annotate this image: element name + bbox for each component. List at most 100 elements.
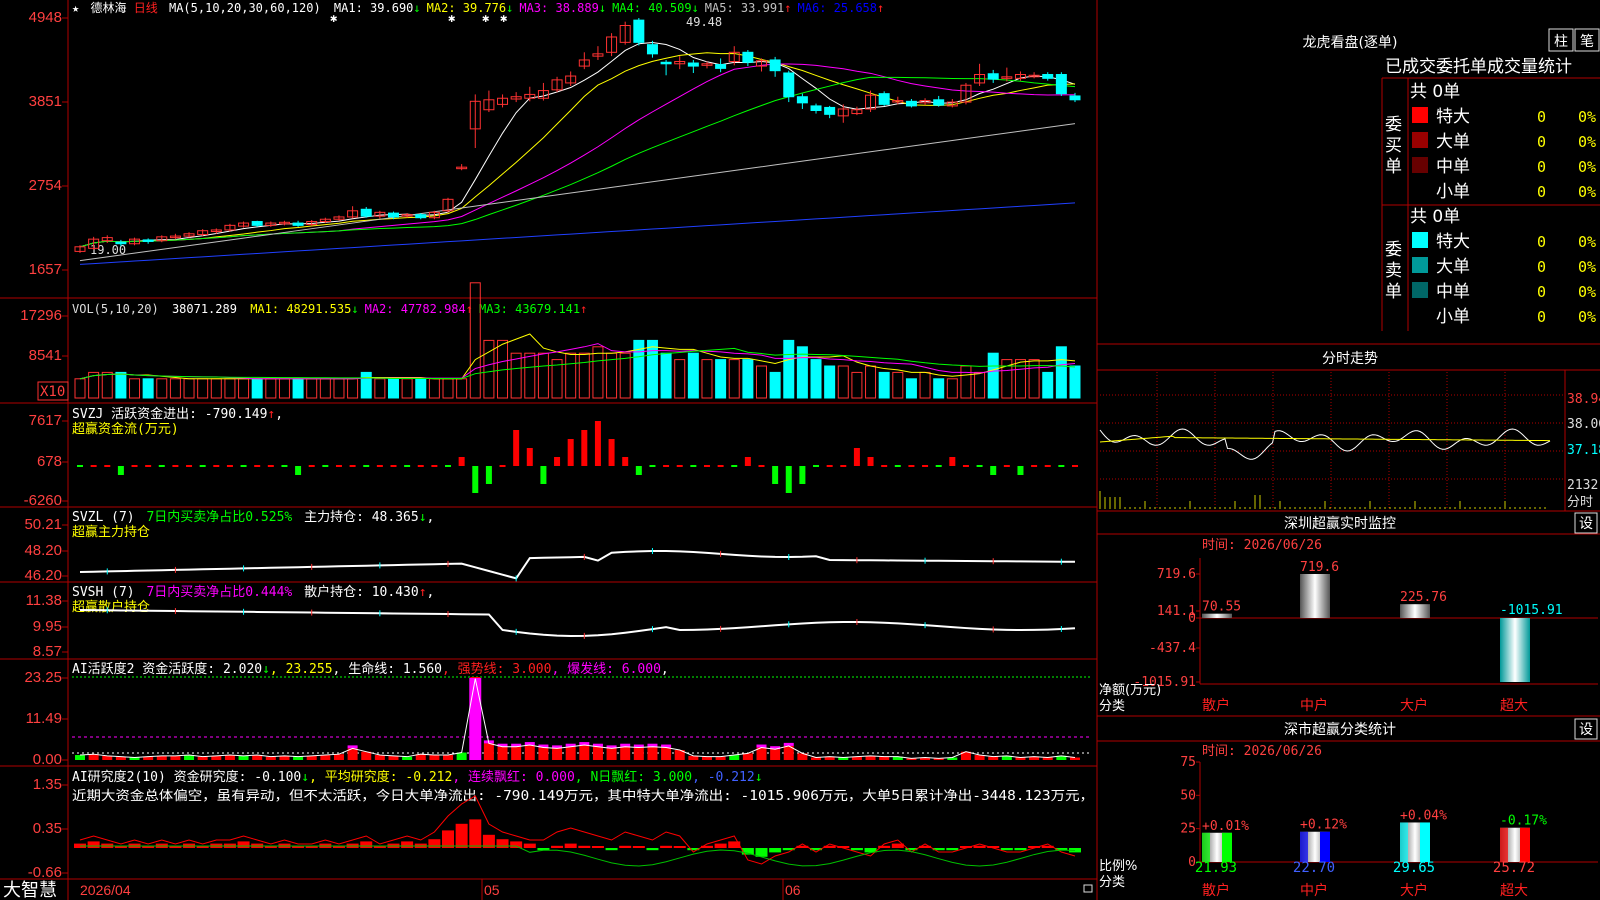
research-bar — [455, 823, 468, 848]
fenshi-vol-unit: 分时 — [1567, 495, 1593, 510]
activity-bar — [606, 748, 617, 760]
volume-bar — [74, 378, 86, 399]
activity-bar — [75, 755, 85, 760]
period-label[interactable]: 日线 — [134, 1, 158, 15]
sell-side-label: 委卖单 — [1385, 240, 1402, 302]
classify-value: 29.65 — [1393, 860, 1435, 876]
buy-pct: 0% — [1578, 158, 1596, 176]
date-may: 05 — [484, 882, 500, 898]
ma-line-5 — [79, 123, 1076, 262]
research-bar — [510, 841, 523, 848]
fund-flow-bar — [567, 439, 574, 466]
classify-ylabel: 比例% — [1099, 859, 1137, 874]
classify-value: 22.70 — [1293, 860, 1335, 876]
svsh-panel: SVSH (7) 7日内买卖净占比0.444% 散户持仓: 10.430↑, 超… — [26, 584, 1076, 660]
vol-ma-arrow-3: ↑ — [580, 302, 587, 316]
fenshi-axis-2: 38.06 — [1567, 417, 1600, 432]
date-start: 2026/04 — [80, 882, 131, 898]
volume-bar — [197, 378, 209, 399]
classify-bar-accent — [1222, 832, 1232, 862]
monitor-ylabel: 净额(万元) — [1099, 683, 1161, 698]
ai-research-comment: 近期大资金总体偏空，虽有异动，但不太活跃，今日大单净流出: -790.149万元… — [72, 788, 1094, 804]
research-line-green — [80, 845, 1076, 867]
classify-chart: 7550250+0.01%21.93散户+0.12%22.70中户+0.04%2… — [1180, 755, 1547, 899]
volume-bar — [537, 352, 549, 399]
activity-peak-bar — [469, 678, 482, 760]
ma-line-6 — [79, 202, 1076, 265]
volume-bar — [565, 352, 577, 399]
axis-ticks — [62, 17, 68, 874]
volume-bar — [360, 371, 372, 399]
volume-bar — [769, 371, 781, 399]
classify-axis: 25 — [1180, 822, 1196, 837]
activity-bar — [633, 747, 644, 760]
longhu-title: 龙虎看盘(逐单) — [1303, 34, 1398, 51]
classify-change: +0.01% — [1202, 819, 1249, 834]
activity-bar — [524, 745, 535, 760]
activity-bar — [661, 747, 672, 760]
classify-change: +0.04% — [1400, 808, 1447, 823]
svzl-header: SVZL (7) — [72, 510, 135, 525]
research-bar — [646, 848, 659, 851]
volume-bar — [401, 378, 413, 399]
moving-average-lines — [79, 41, 1076, 265]
monitor-chart: 719.6141.10-437.4-1015.9170.55散户719.6中户2… — [1133, 560, 1598, 714]
volume-bar — [1069, 365, 1081, 399]
star-icon[interactable]: ★ — [72, 1, 79, 15]
candle-body — [796, 96, 808, 104]
ai-research-axis-1: 1.35 — [33, 776, 62, 793]
volume-ma-line — [79, 343, 1076, 380]
vol-ma-arrow-1: ↓ — [351, 302, 358, 316]
activity-bar — [320, 755, 331, 760]
ai-active-axis-2: 11.49 — [26, 710, 62, 727]
research-bar — [237, 841, 250, 848]
buy-count: 0 — [1537, 133, 1546, 151]
svzj-panel: SVZJ 活跃资金进出: -790.149↑, 超赢资金流(万元) 7617 6… — [24, 406, 1078, 509]
svsh-axis-1: 11.38 — [26, 592, 62, 609]
volume-bar — [265, 378, 277, 399]
volume-bar — [129, 378, 141, 399]
lock-icon[interactable] — [1083, 884, 1093, 893]
ma-value-2: MA2: 39.776 — [427, 1, 506, 15]
volume-bar — [101, 371, 113, 399]
volume-bar — [715, 359, 727, 399]
volume-bar — [483, 339, 495, 399]
ma-arrow-6: ↑ — [877, 1, 884, 15]
activity-bar — [552, 748, 563, 760]
volume-bar — [524, 352, 536, 399]
classify-value: 21.93 — [1195, 860, 1237, 876]
volume-bar — [142, 378, 154, 399]
monitor-bar-label: 70.55 — [1202, 600, 1241, 615]
research-bar — [551, 845, 564, 848]
classify-change: -0.17% — [1500, 814, 1547, 829]
high-price-label: 49.48 — [686, 15, 722, 29]
volume-bar — [592, 346, 604, 399]
activity-bar — [565, 746, 576, 760]
candle-body — [251, 221, 263, 226]
vol-unit: X10 — [40, 384, 65, 400]
sell-swatch — [1412, 307, 1428, 323]
volume-bar — [306, 378, 318, 399]
classify-xlabel: 分类 — [1099, 875, 1125, 890]
buy-name: 特大 — [1436, 107, 1470, 127]
monitor-axis: -437.4 — [1149, 641, 1196, 656]
fund-flow-bar — [867, 457, 874, 466]
research-bar — [619, 845, 632, 848]
sell-count: 0 — [1537, 258, 1546, 276]
svzj-axis-1: 7617 — [29, 412, 62, 429]
fund-flow-bar — [458, 457, 465, 466]
volume-bar — [646, 339, 658, 399]
svsh-line — [79, 607, 1076, 639]
activity-bar — [647, 746, 658, 760]
price-axis-4: 1657 — [29, 261, 62, 278]
research-bar — [660, 845, 673, 848]
research-bar — [496, 839, 509, 848]
candle-body — [878, 93, 890, 105]
sell-name: 小单 — [1436, 307, 1470, 327]
ma-arrow-1: ↓ — [413, 1, 420, 15]
svsh-hold: 散户持仓: 10.430 — [304, 584, 419, 600]
vol-ma-value-3: MA3: 43679.141 — [479, 302, 580, 316]
ma-value-3: MA3: 38.889 — [519, 1, 598, 15]
fund-flow-bar — [799, 466, 806, 484]
sell-pct: 0% — [1578, 258, 1596, 276]
